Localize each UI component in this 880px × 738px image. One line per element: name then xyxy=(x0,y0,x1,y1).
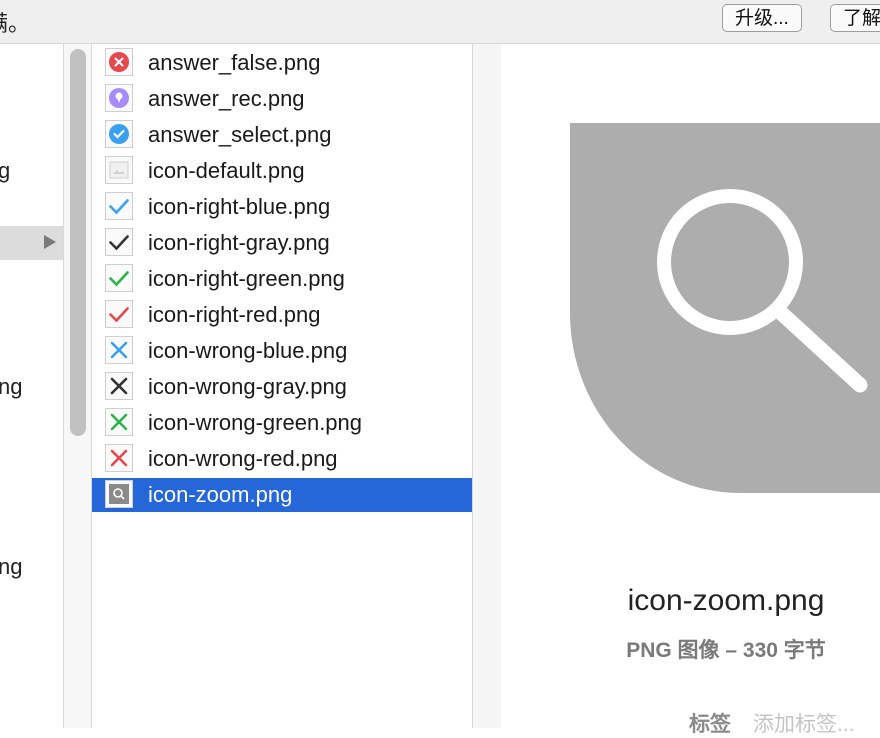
file-name: icon-right-red.png xyxy=(148,302,321,327)
preview-image xyxy=(570,123,880,493)
file-thumbnail xyxy=(105,372,133,400)
toolbar: 满。 升级... 了解 xyxy=(0,0,880,44)
folder-item[interactable]: ng xyxy=(0,554,22,580)
file-thumbnail xyxy=(105,336,133,364)
scrollbar-thumb[interactable] xyxy=(70,49,86,436)
file-thumbnail xyxy=(105,480,133,508)
file-name: answer_select.png xyxy=(148,122,332,147)
file-row[interactable]: answer_select.png xyxy=(92,118,472,152)
file-list: answer_false.png answer_rec.png answer_sel… xyxy=(92,44,472,728)
zoom-icon xyxy=(657,189,868,393)
file-name: icon-right-green.png xyxy=(148,266,345,291)
upgrade-button[interactable]: 升级... xyxy=(722,4,802,32)
file-row[interactable]: icon-zoom.png xyxy=(92,478,472,512)
file-thumbnail xyxy=(105,120,133,148)
folder-item[interactable]: g xyxy=(0,158,10,184)
cross-icon xyxy=(110,413,128,431)
tags-input[interactable]: 添加标签... xyxy=(753,708,855,738)
file-name: icon-wrong-blue.png xyxy=(148,338,348,363)
preview-pane: icon-zoom.png PNG 图像 – 330 字节 标签 添加标签... xyxy=(473,44,880,736)
file-row[interactable]: answer_false.png xyxy=(92,46,472,80)
file-name: icon-wrong-green.png xyxy=(148,410,363,435)
cross-icon xyxy=(110,449,128,467)
file-row[interactable]: icon-wrong-gray.png xyxy=(92,370,472,404)
file-thumbnail xyxy=(105,192,133,220)
check-icon xyxy=(109,271,129,287)
file-thumbnail xyxy=(105,156,133,184)
file-row[interactable]: answer_rec.png xyxy=(92,82,472,116)
file-name: answer_rec.png xyxy=(148,86,305,111)
file-name: icon-default.png xyxy=(148,158,305,183)
image-icon xyxy=(109,161,129,179)
storage-message: 满。 xyxy=(0,11,31,36)
file-row[interactable]: icon-wrong-green.png xyxy=(92,406,472,440)
file-row[interactable]: icon-right-blue.png xyxy=(92,190,472,224)
file-thumbnail xyxy=(105,264,133,292)
check-icon xyxy=(109,235,129,251)
file-thumbnail xyxy=(105,48,133,76)
file-thumbnail xyxy=(105,444,133,472)
file-thumbnail xyxy=(105,300,133,328)
learn-more-button[interactable]: 了解 xyxy=(830,4,880,32)
file-name: icon-zoom.png xyxy=(148,482,293,507)
file-name: icon-wrong-gray.png xyxy=(148,374,347,399)
zoom-icon xyxy=(109,484,129,504)
cross-icon xyxy=(110,341,128,359)
file-name: answer_false.png xyxy=(148,50,321,75)
file-row[interactable]: icon-right-gray.png xyxy=(92,226,472,260)
disclosure-arrow-icon xyxy=(44,235,56,249)
check-icon xyxy=(109,307,129,323)
file-name: icon-wrong-red.png xyxy=(148,446,338,471)
folder-item[interactable]: ng xyxy=(0,374,22,400)
parent-folder-column[interactable]: g ng ng xyxy=(0,44,63,728)
tags-label: 标签 xyxy=(689,713,731,736)
file-row[interactable]: icon-default.png xyxy=(92,154,472,188)
preview-file-info: PNG 图像 – 330 字节 xyxy=(626,639,826,662)
file-row[interactable]: icon-wrong-red.png xyxy=(92,442,472,476)
answer-false-icon xyxy=(109,52,129,72)
cross-icon xyxy=(110,377,128,395)
answer-rec-icon xyxy=(109,88,129,108)
file-row[interactable]: icon-wrong-blue.png xyxy=(92,334,472,368)
answer-select-icon xyxy=(109,124,129,144)
file-name: icon-right-blue.png xyxy=(148,194,331,219)
file-thumbnail xyxy=(105,228,133,256)
file-row[interactable]: icon-right-green.png xyxy=(92,262,472,296)
preview-filename: icon-zoom.png xyxy=(627,584,825,617)
file-thumbnail xyxy=(105,84,133,112)
file-name: icon-right-gray.png xyxy=(148,230,330,255)
file-thumbnail xyxy=(105,408,133,436)
check-icon xyxy=(109,199,129,215)
file-row[interactable]: icon-right-red.png xyxy=(92,298,472,332)
